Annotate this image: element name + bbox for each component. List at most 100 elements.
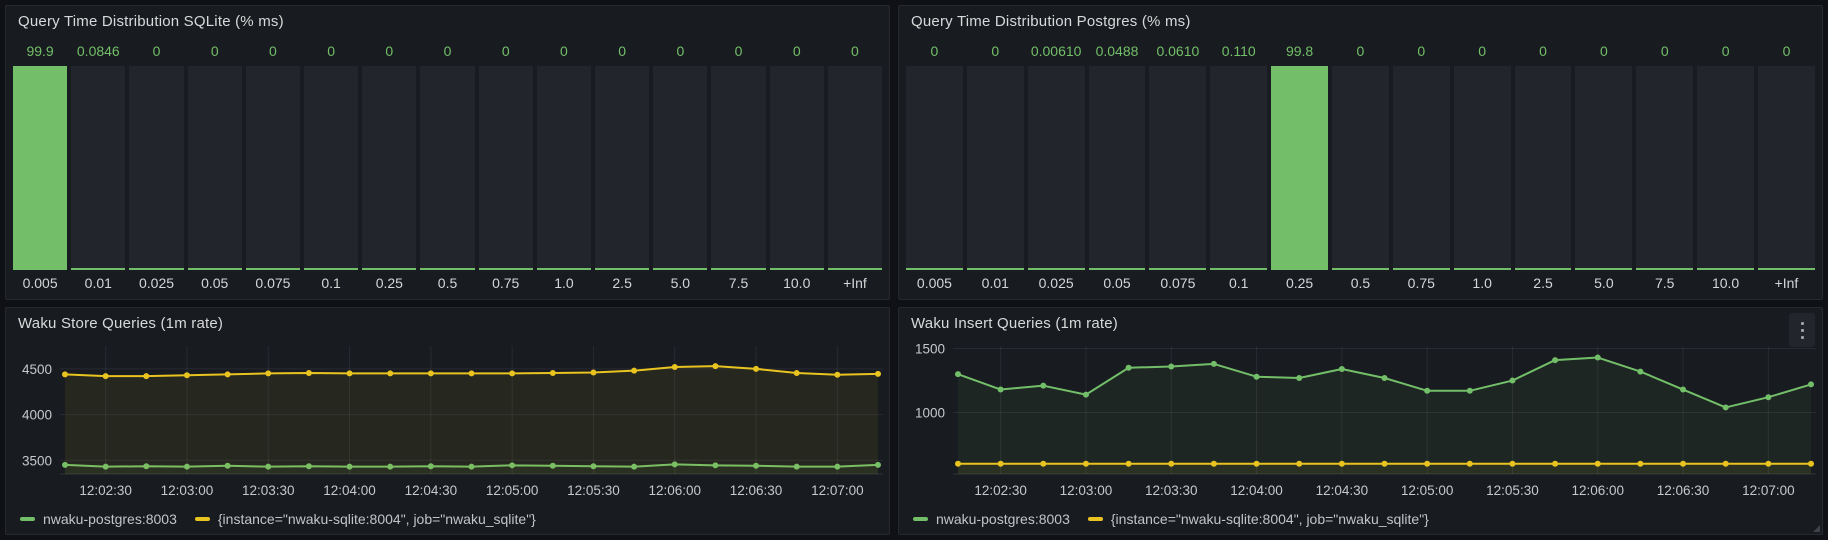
data-point[interactable]: [1424, 388, 1430, 394]
histogram-bar-cell[interactable]: 0+Inf: [828, 36, 882, 296]
data-point[interactable]: [1595, 355, 1601, 361]
histogram-bar-cell[interactable]: 0.006100.025: [1028, 36, 1085, 296]
histogram-bar-cell[interactable]: 010.0: [770, 36, 824, 296]
data-point[interactable]: [753, 366, 759, 372]
store-queries-line-chart[interactable]: 35004000450012:02:3012:03:0012:03:3012:0…: [6, 338, 889, 504]
histogram-bar-cell[interactable]: 07.5: [1636, 36, 1693, 296]
data-point[interactable]: [265, 370, 271, 376]
histogram-bar-cell[interactable]: 00.5: [420, 36, 474, 296]
histogram-bar-cell[interactable]: 0.1100.1: [1210, 36, 1267, 296]
bar-gauge-postgres[interactable]: 00.00500.010.006100.0250.04880.050.06100…: [899, 36, 1822, 299]
data-point[interactable]: [143, 373, 149, 379]
data-point[interactable]: [1382, 375, 1388, 381]
data-point[interactable]: [1808, 461, 1814, 467]
data-point[interactable]: [1552, 357, 1558, 363]
legend-item-nwaku-postgres[interactable]: nwaku-postgres:8003: [913, 511, 1070, 527]
data-point[interactable]: [794, 370, 800, 376]
data-point[interactable]: [1765, 394, 1771, 400]
panel-title[interactable]: Waku Store Queries (1m rate): [18, 315, 223, 332]
data-point[interactable]: [1168, 363, 1174, 369]
data-point[interactable]: [387, 370, 393, 376]
data-point[interactable]: [1168, 461, 1174, 467]
data-point[interactable]: [672, 364, 678, 370]
data-point[interactable]: [1382, 461, 1388, 467]
histogram-bar-cell[interactable]: 0.04880.05: [1089, 36, 1146, 296]
insert-queries-line-chart[interactable]: 1000150012:02:3012:03:0012:03:3012:04:00…: [899, 338, 1822, 504]
panel-header-postgres[interactable]: Query Time Distribution Postgres (% ms): [899, 6, 1822, 36]
data-point[interactable]: [1211, 461, 1217, 467]
data-point[interactable]: [1595, 461, 1601, 467]
data-point[interactable]: [998, 461, 1004, 467]
histogram-bar-cell[interactable]: 01.0: [1454, 36, 1511, 296]
data-point[interactable]: [1126, 365, 1132, 371]
data-point[interactable]: [550, 370, 556, 376]
legend-item-nwaku-postgres[interactable]: nwaku-postgres:8003: [20, 511, 177, 527]
data-point[interactable]: [306, 370, 312, 376]
data-point[interactable]: [1723, 461, 1729, 467]
data-point[interactable]: [1467, 461, 1473, 467]
data-point[interactable]: [1083, 461, 1089, 467]
data-point[interactable]: [1637, 461, 1643, 467]
histogram-bar-cell[interactable]: 02.5: [1515, 36, 1572, 296]
panel-menu-kebab-icon[interactable]: [1789, 313, 1815, 347]
data-point[interactable]: [875, 371, 881, 377]
histogram-bar-cell[interactable]: 0.08460.01: [71, 36, 125, 296]
panel-resize-handle[interactable]: [1813, 525, 1820, 532]
panel-header-insert[interactable]: Waku Insert Queries (1m rate): [899, 308, 1822, 338]
data-point[interactable]: [1211, 361, 1217, 367]
legend-item-nwaku-sqlite[interactable]: {instance="nwaku-sqlite:8004", job="nwak…: [195, 511, 536, 527]
histogram-bar-cell[interactable]: 00.75: [479, 36, 533, 296]
data-point[interactable]: [62, 371, 68, 377]
histogram-bar-cell[interactable]: 010.0: [1697, 36, 1754, 296]
histogram-bar-cell[interactable]: 00.005: [906, 36, 963, 296]
data-point[interactable]: [1680, 387, 1686, 393]
data-point[interactable]: [428, 370, 434, 376]
histogram-bar-cell[interactable]: 00.5: [1332, 36, 1389, 296]
histogram-bar-cell[interactable]: 99.90.005: [13, 36, 67, 296]
data-point[interactable]: [1424, 461, 1430, 467]
data-point[interactable]: [103, 373, 109, 379]
data-point[interactable]: [1765, 461, 1771, 467]
panel-title[interactable]: Waku Insert Queries (1m rate): [911, 315, 1118, 332]
data-point[interactable]: [1467, 388, 1473, 394]
data-point[interactable]: [1637, 369, 1643, 375]
panel-title[interactable]: Query Time Distribution Postgres (% ms): [911, 13, 1191, 30]
data-point[interactable]: [712, 363, 718, 369]
data-point[interactable]: [1808, 381, 1814, 387]
data-point[interactable]: [1040, 461, 1046, 467]
data-point[interactable]: [631, 368, 637, 374]
histogram-bar-cell[interactable]: 05.0: [1575, 36, 1632, 296]
data-point[interactable]: [1040, 383, 1046, 389]
data-point[interactable]: [590, 370, 596, 376]
histogram-bar-cell[interactable]: 00.01: [967, 36, 1024, 296]
histogram-bar-cell[interactable]: 00.75: [1393, 36, 1450, 296]
data-point[interactable]: [509, 370, 515, 376]
data-point[interactable]: [225, 371, 231, 377]
data-point[interactable]: [184, 372, 190, 378]
data-point[interactable]: [1509, 378, 1515, 384]
histogram-bar-cell[interactable]: 00.075: [246, 36, 300, 296]
data-point[interactable]: [1339, 366, 1345, 372]
data-point[interactable]: [1680, 461, 1686, 467]
histogram-bar-cell[interactable]: 0.06100.075: [1149, 36, 1206, 296]
histogram-bar-cell[interactable]: 00.025: [129, 36, 183, 296]
data-point[interactable]: [1254, 374, 1260, 380]
histogram-bar-cell[interactable]: 05.0: [653, 36, 707, 296]
panel-title[interactable]: Query Time Distribution SQLite (% ms): [18, 13, 284, 30]
histogram-bar-cell[interactable]: 99.80.25: [1271, 36, 1328, 296]
data-point[interactable]: [1552, 461, 1558, 467]
data-point[interactable]: [347, 370, 353, 376]
legend-item-nwaku-sqlite[interactable]: {instance="nwaku-sqlite:8004", job="nwak…: [1088, 511, 1429, 527]
data-point[interactable]: [834, 372, 840, 378]
data-point[interactable]: [1126, 461, 1132, 467]
data-point[interactable]: [1339, 461, 1345, 467]
data-point[interactable]: [1254, 461, 1260, 467]
histogram-bar-cell[interactable]: 01.0: [537, 36, 591, 296]
data-point[interactable]: [955, 461, 961, 467]
histogram-bar-cell[interactable]: 07.5: [711, 36, 765, 296]
histogram-bar-cell[interactable]: 00.05: [188, 36, 242, 296]
data-point[interactable]: [1083, 392, 1089, 398]
panel-header-store[interactable]: Waku Store Queries (1m rate): [6, 308, 889, 338]
data-point[interactable]: [1296, 461, 1302, 467]
data-point[interactable]: [1296, 375, 1302, 381]
